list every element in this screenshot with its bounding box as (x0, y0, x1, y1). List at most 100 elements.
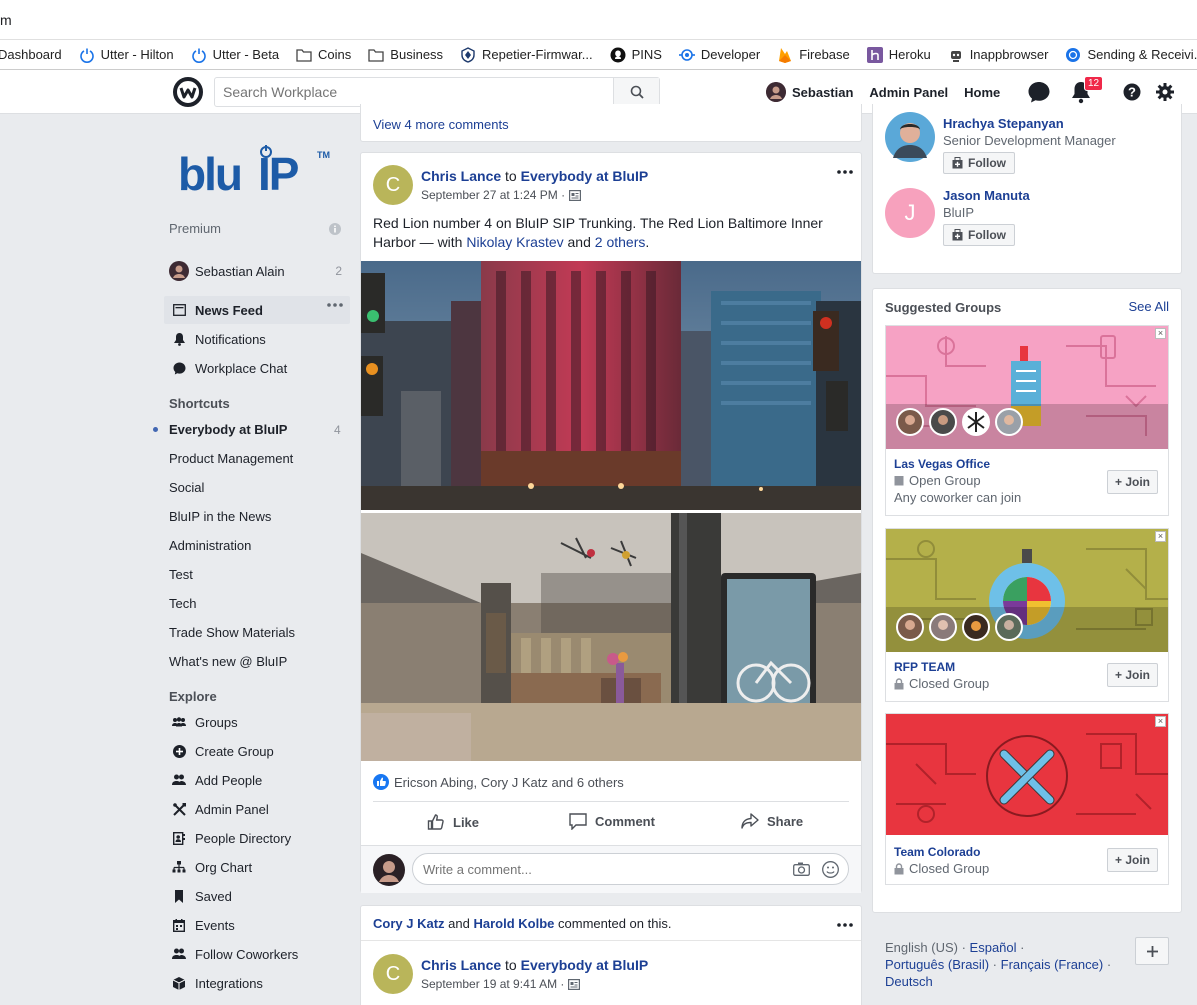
post-group-link[interactable]: Everybody at BluIP (521, 168, 649, 184)
bookmark-utter-beta[interactable]: Utter - Beta (191, 47, 279, 63)
group-name-link[interactable]: Las Vegas Office (894, 457, 990, 471)
sidebar-item-create-group[interactable]: Create Group (164, 737, 350, 765)
shortcut-test[interactable]: Test (169, 567, 193, 582)
person-avatar[interactable] (885, 112, 935, 162)
person-avatar[interactable]: J (885, 188, 935, 238)
bookmark-utter-hilton[interactable]: Utter - Hilton (79, 47, 174, 63)
bookmark-business[interactable]: Business (368, 47, 443, 63)
shortcut-tech[interactable]: Tech (169, 596, 196, 611)
commenter-link[interactable]: Harold Kolbe (473, 916, 554, 931)
post-options-icon[interactable] (837, 169, 853, 175)
post-author-avatar[interactable]: C (373, 954, 413, 994)
post-group-link[interactable]: Everybody at BluIP (521, 957, 649, 973)
emoji-icon[interactable] (822, 861, 839, 878)
view-more-comments-link[interactable]: View 4 more comments (373, 117, 509, 132)
language-link-espanol[interactable]: Español (970, 940, 1017, 955)
home-link[interactable]: Home (964, 85, 1000, 100)
profile-link[interactable]: Sebastian (766, 82, 853, 102)
post-author-avatar[interactable]: C (373, 165, 413, 205)
url-text[interactable]: m (0, 12, 12, 28)
language-link-deutsch[interactable]: Deutsch (885, 974, 933, 989)
more-options-icon[interactable] (327, 302, 343, 308)
bookmark-dashboard[interactable]: Dashboard (0, 47, 62, 62)
admin-panel-link[interactable]: Admin Panel (869, 85, 948, 100)
see-all-link[interactable]: See All (1129, 299, 1169, 314)
bookmark-inappbrowser[interactable]: Inappbrowser (948, 47, 1048, 63)
bookmark-coins[interactable]: Coins (296, 47, 351, 63)
sidebar-item-news-feed[interactable]: News Feed (164, 296, 350, 324)
post-timestamp[interactable]: September 27 at 1:24 PM · (421, 188, 565, 202)
bookmark-firebase[interactable]: Firebase (777, 47, 850, 63)
reactions-summary[interactable]: Ericson Abing, Cory J Katz and 6 others (373, 774, 624, 790)
bookmark-developer[interactable]: Developer (678, 47, 760, 63)
group-suggestion[interactable]: × Las Vegas Office Open Group Any cowork… (885, 325, 1169, 516)
sidebar-item-integrations[interactable]: Integrations (164, 969, 350, 997)
bookmark-heroku[interactable]: Heroku (866, 46, 931, 63)
follow-button[interactable]: Follow (943, 152, 1015, 174)
bookmark-pins[interactable]: PINS (610, 47, 662, 63)
join-button[interactable]: + Join (1106, 663, 1158, 687)
dismiss-icon[interactable]: × (1155, 531, 1166, 542)
tagged-others-link[interactable]: 2 others (595, 234, 646, 250)
shortcut-everybody-at-bluip[interactable]: Everybody at BluIP (169, 422, 287, 437)
dismiss-icon[interactable]: × (1155, 328, 1166, 339)
post-author-link[interactable]: Chris Lance (421, 168, 501, 184)
post-photo-exterior[interactable] (361, 261, 861, 510)
group-suggestion[interactable]: × Team Colorado Closed Group + Join (885, 713, 1169, 885)
camera-icon[interactable] (793, 862, 810, 876)
share-button[interactable]: Share (741, 813, 803, 829)
post-timestamp[interactable]: September 19 at 9:41 AM · (421, 977, 564, 991)
sidebar-item-notifications[interactable]: Notifications (164, 325, 350, 353)
language-link-francais[interactable]: Français (France) (1001, 957, 1104, 972)
search-input[interactable] (215, 78, 615, 106)
help-icon[interactable]: ? (1122, 82, 1142, 102)
join-button[interactable]: + Join (1106, 470, 1158, 494)
bookmark-sending[interactable]: Sending & Receivi... (1065, 47, 1197, 63)
comment-input[interactable] (413, 854, 773, 884)
more-languages-button[interactable] (1135, 937, 1169, 965)
language-link-portugues[interactable]: Português (Brasil) (885, 957, 989, 972)
chat-icon[interactable] (1027, 80, 1051, 104)
tagged-person-link[interactable]: Nikolay Krastev (466, 234, 563, 250)
group-name-link[interactable]: Team Colorado (894, 845, 980, 859)
commenter-link[interactable]: Cory J Katz (373, 916, 445, 931)
gear-icon[interactable] (1155, 82, 1175, 102)
sidebar-item-people-directory[interactable]: People Directory (164, 824, 350, 852)
shortcut-whats-new[interactable]: What's new @ BluIP (169, 654, 287, 669)
post-author-link[interactable]: Chris Lance (421, 957, 501, 973)
sidebar-item-workplace-chat[interactable]: Workplace Chat (164, 354, 350, 382)
org-chart-icon (172, 860, 186, 874)
post-options-icon[interactable] (837, 922, 853, 928)
sidebar-item-groups[interactable]: Groups (164, 708, 350, 736)
sidebar-item-saved[interactable]: Saved (164, 882, 350, 910)
shortcut-social[interactable]: Social (169, 480, 204, 495)
shortcut-bluip-in-the-news[interactable]: BluIP in the News (169, 509, 271, 524)
person-name-link[interactable]: Hrachya Stepanyan (943, 116, 1116, 131)
shortcut-administration[interactable]: Administration (169, 538, 251, 553)
like-button[interactable]: Like (427, 813, 479, 831)
sidebar-item-admin-panel[interactable]: Admin Panel (164, 795, 350, 823)
workplace-logo-icon[interactable] (172, 76, 204, 108)
bookmark-repetier[interactable]: Repetier-Firmwar... (460, 46, 593, 63)
sidebar-item-follow-coworkers[interactable]: Follow Coworkers (164, 940, 350, 968)
person-name-link[interactable]: Jason Manuta (943, 188, 1030, 203)
browser-url-bar[interactable]: m (0, 0, 1197, 40)
sidebar-item-add-people[interactable]: Add People (164, 766, 350, 794)
group-suggestion[interactable]: × RFP TEAM Closed Group + Join (885, 528, 1169, 702)
info-icon[interactable] (329, 223, 341, 235)
search-button[interactable] (613, 78, 659, 106)
group-member-avatars (896, 613, 1023, 641)
bluip-logo[interactable]: blu IP TM (176, 144, 336, 196)
group-name-link[interactable]: RFP TEAM (894, 660, 955, 674)
globe-icon (1065, 47, 1081, 63)
sidebar-item-org-chart[interactable]: Org Chart (164, 853, 350, 881)
shortcut-product-management[interactable]: Product Management (169, 451, 293, 466)
dismiss-icon[interactable]: × (1155, 716, 1166, 727)
post-photo-lobby[interactable] (361, 513, 861, 761)
shortcut-trade-show-materials[interactable]: Trade Show Materials (169, 625, 295, 640)
comment-button[interactable]: Comment (569, 813, 655, 830)
sidebar-item-events[interactable]: Events (164, 911, 350, 939)
follow-button[interactable]: Follow (943, 224, 1015, 246)
join-button[interactable]: + Join (1106, 848, 1158, 872)
sidebar-profile[interactable]: Sebastian Alain 2 (164, 257, 350, 285)
